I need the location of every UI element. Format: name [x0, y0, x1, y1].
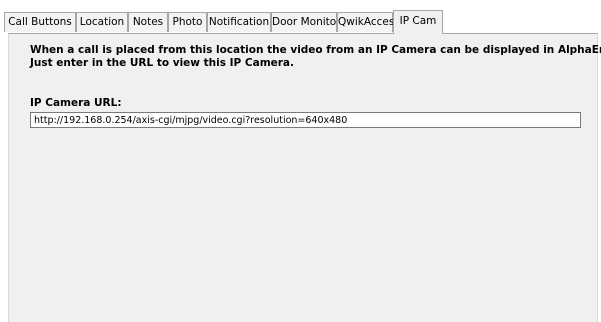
tab-qwikaccess[interactable]: QwikAccess — [337, 12, 400, 32]
ip-camera-url-field[interactable] — [30, 112, 581, 128]
ip-cam-description: When a call is placed from this location… — [30, 44, 601, 70]
ip-cam-panel: When a call is placed from this location… — [8, 33, 601, 322]
description-line-1: When a call is placed from this location… — [30, 44, 601, 56]
tab-strip: Call Buttons Location Notes Photo Notifi… — [0, 0, 601, 34]
tab-notification[interactable]: Notification — [207, 12, 271, 32]
tab-ip-cam[interactable]: IP Cam — [393, 10, 443, 34]
description-line-2: Just enter in the URL to view this IP Ca… — [30, 57, 295, 69]
tab-door-monitor[interactable]: Door Monitor — [271, 12, 341, 32]
tab-call-buttons[interactable]: Call Buttons — [4, 12, 76, 32]
ip-cam-settings-window: Call Buttons Location Notes Photo Notifi… — [0, 0, 601, 322]
tab-location[interactable]: Location — [76, 12, 128, 32]
tab-notes[interactable]: Notes — [128, 12, 168, 32]
ip-camera-url-label: IP Camera URL: — [30, 97, 122, 109]
tab-photo[interactable]: Photo — [168, 12, 207, 32]
